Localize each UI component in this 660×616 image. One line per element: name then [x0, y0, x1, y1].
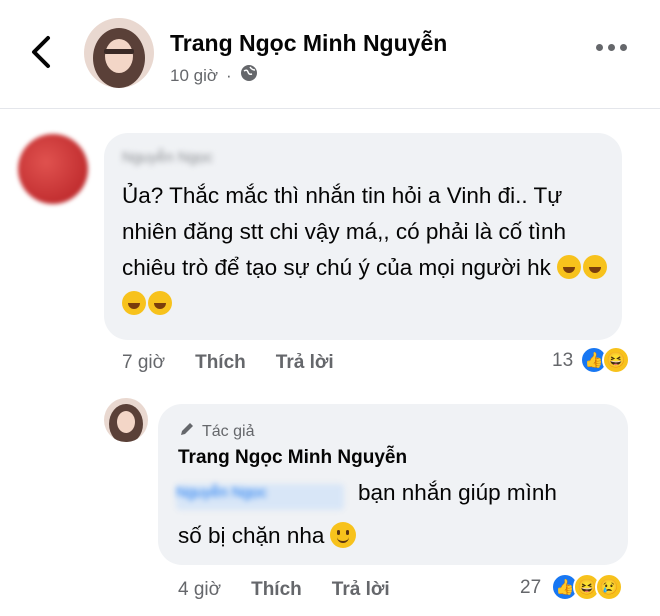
reply-button[interactable]: Trả lời [332, 579, 390, 601]
author-badge-label: Tác giả [202, 422, 255, 440]
pen-icon [178, 420, 196, 443]
more-dots-icon[interactable] [596, 44, 627, 51]
divider [0, 108, 660, 109]
poster-name[interactable]: Trang Ngọc Minh Nguyễn [170, 30, 447, 57]
sad-reaction-icon: 😢 [595, 573, 623, 601]
reply-author-name[interactable]: Trang Ngọc Minh Nguyễn [178, 447, 407, 469]
globe-icon [240, 64, 258, 87]
chevron-left-icon[interactable] [26, 34, 56, 70]
reply-text-line1: bạn nhắn giúp mình [358, 480, 557, 505]
like-button[interactable]: Thích [195, 352, 246, 374]
reaction-count[interactable]: 27 [520, 577, 541, 599]
rofl-emoji-icon [122, 291, 146, 315]
haha-reaction-icon: 😆 [602, 346, 630, 374]
post-time[interactable]: 10 giờ [170, 66, 218, 86]
comment-body: Ủa? Thắc mắc thì nhắn tin hỏi a Vinh đi.… [122, 183, 567, 280]
mention-tag[interactable]: Nguyễn Ngọc [176, 484, 344, 510]
dot-separator: · [226, 65, 232, 85]
rofl-emoji-icon [583, 255, 608, 279]
smile-emoji-icon [330, 522, 357, 548]
reply-text-line2: số bị chặn nha [178, 522, 357, 549]
post-meta: 10 giờ · [170, 64, 258, 87]
rofl-emoji-icon [148, 291, 172, 315]
author-badge: Tác giả [178, 420, 254, 443]
comment-time[interactable]: 7 giờ [122, 352, 165, 374]
commenter-avatar[interactable] [18, 134, 88, 204]
reply-time[interactable]: 4 giờ [178, 579, 221, 601]
like-button[interactable]: Thích [251, 579, 302, 601]
reply-actions: 4 giờ Thích Trả lời [178, 579, 390, 601]
poster-avatar[interactable] [84, 18, 154, 88]
comment-actions: 7 giờ Thích Trả lời [122, 352, 334, 374]
comment-text: Ủa? Thắc mắc thì nhắn tin hỏi a Vinh đi.… [122, 178, 617, 322]
reaction-count[interactable]: 13 [552, 350, 573, 372]
reply-author-avatar[interactable] [104, 398, 148, 442]
reaction-icons[interactable]: 👍 😆 😢 [551, 573, 623, 601]
reaction-icons[interactable]: 👍 😆 [580, 346, 630, 374]
comment-author-name[interactable]: Nguyễn Ngọc [122, 149, 242, 167]
rofl-emoji-icon [557, 255, 582, 279]
reply-button[interactable]: Trả lời [276, 352, 334, 374]
